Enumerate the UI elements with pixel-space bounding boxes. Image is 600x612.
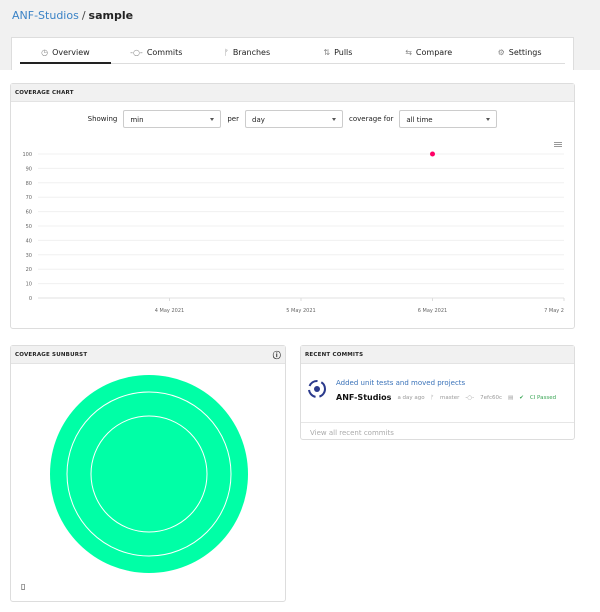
- x-tick-label: 4 May 2021: [155, 308, 184, 314]
- showing-label: Showing: [87, 115, 118, 123]
- sunburst-ring-inner[interactable]: [90, 415, 208, 533]
- tab-label: Branches: [232, 48, 271, 57]
- data-point: [430, 151, 435, 157]
- tab-label: Commits: [146, 48, 183, 57]
- showing-select[interactable]: min: [123, 110, 222, 128]
- commit-meta: ANF-Studios a day ago ᚠ master -○- 7efc60c…: [336, 393, 556, 402]
- tab-branches[interactable]: ᚠ Branches: [201, 38, 293, 64]
- coverage-chart-card: COVERAGE CHART Showing min per day cover…: [10, 83, 575, 329]
- clipboard-icon[interactable]: ▤: [508, 395, 513, 401]
- breadcrumb: ANF-Studios / sample: [12, 9, 133, 22]
- tab-compare[interactable]: ⇆ Compare: [383, 38, 475, 64]
- commit-icon: -○-: [130, 48, 143, 57]
- y-tick-label: 90: [26, 166, 32, 172]
- recent-commits-card: RECENT COMMITS Added unit tests and move…: [300, 345, 575, 440]
- y-tick-label: 0: [29, 296, 32, 302]
- y-tick-label: 70: [26, 195, 32, 201]
- tab-label: Compare: [415, 48, 453, 57]
- gauge-icon: ◷: [41, 48, 49, 57]
- file-icon[interactable]: ▯: [21, 582, 25, 591]
- org-link[interactable]: ANF-Studios: [12, 9, 79, 22]
- y-tick-label: 100: [22, 152, 32, 158]
- coverage-sunburst-card: COVERAGE SUNBURST ⓘ ▯: [10, 345, 286, 602]
- tab-commits[interactable]: -○- Commits: [110, 38, 202, 64]
- gear-icon: ⚙: [497, 48, 505, 57]
- chart-controls: Showing min per day coverage for all tim…: [11, 110, 574, 128]
- y-tick-label: 10: [26, 282, 32, 288]
- coverage-for-label: coverage for: [349, 115, 394, 123]
- card-title: COVERAGE CHART: [11, 84, 574, 102]
- ci-status: CI Passed: [529, 394, 557, 401]
- breadcrumb-separator: /: [81, 9, 86, 22]
- compare-icon: ⇆: [405, 48, 412, 57]
- tab-label: Overview: [52, 48, 90, 57]
- commit-time: a day ago: [397, 394, 425, 401]
- repo-name: sample: [88, 9, 134, 22]
- commit-icon: -○-: [465, 394, 475, 401]
- y-tick-label: 60: [26, 210, 32, 216]
- y-tick-label: 50: [26, 224, 32, 230]
- tab-label: Pulls: [334, 48, 353, 57]
- y-tick-label: 40: [26, 238, 32, 244]
- commit-author[interactable]: ANF-Studios: [336, 393, 391, 402]
- tab-pulls[interactable]: ⇅ Pulls: [292, 38, 384, 64]
- per-select[interactable]: day: [245, 110, 343, 128]
- check-icon: ✔: [519, 394, 524, 401]
- commit-sha[interactable]: 7efc60c: [480, 395, 502, 401]
- chart-menu-icon[interactable]: [554, 142, 562, 147]
- sunburst-chart: [50, 375, 248, 573]
- commit-branch[interactable]: master: [440, 395, 459, 401]
- y-tick-label: 30: [26, 253, 32, 259]
- branch-icon: ᚠ: [430, 394, 434, 401]
- pull-request-icon: ⇅: [323, 48, 331, 57]
- y-tick-label: 80: [26, 181, 32, 187]
- x-tick-label: 7 May 2: [544, 308, 564, 314]
- x-tick-label: 5 May 2021: [286, 308, 315, 314]
- commit-item: Added unit tests and moved projects ANF-…: [307, 376, 568, 416]
- per-label: per: [227, 115, 239, 123]
- y-tick-label: 20: [26, 267, 32, 273]
- branch-icon: ᚠ: [224, 48, 229, 57]
- view-all-commits-link[interactable]: View all recent commits: [301, 422, 574, 443]
- card-title: RECENT COMMITS: [301, 346, 574, 364]
- tab-settings[interactable]: ⚙ Settings: [474, 38, 565, 64]
- repo-tabs: ◷ Overview -○- Commits ᚠ Branches ⇅ Pulls ⇆ C…: [11, 37, 574, 70]
- tab-label: Settings: [508, 48, 542, 57]
- tab-overview[interactable]: ◷ Overview: [20, 38, 111, 64]
- avatar: [308, 380, 326, 398]
- coverage-for-select[interactable]: all time: [399, 110, 498, 128]
- x-tick-label: 6 May 2021: [418, 308, 447, 314]
- commit-message-link[interactable]: Added unit tests and moved projects: [336, 379, 465, 387]
